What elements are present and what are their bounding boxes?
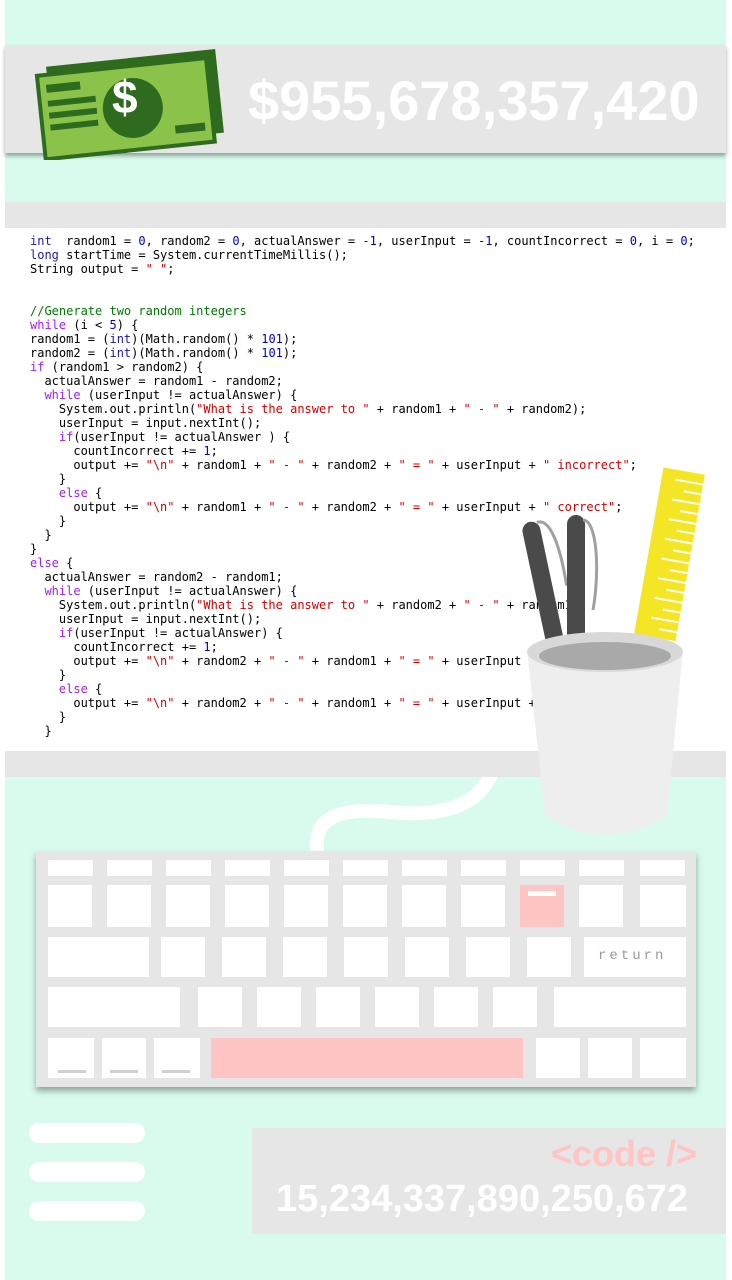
key-ctrl-right[interactable]	[588, 1038, 632, 1078]
code-line: System.out.println("What is the answer t…	[30, 402, 587, 416]
return-key[interactable]: return	[584, 937, 686, 977]
menu-line-1	[29, 1123, 145, 1143]
key-g[interactable]	[434, 987, 478, 1027]
code-line: String output = " ";	[30, 262, 175, 276]
key-f6[interactable]	[343, 860, 388, 876]
key-num-0[interactable]	[579, 885, 623, 927]
key-f4[interactable]	[225, 860, 270, 876]
key-minus[interactable]	[640, 885, 686, 927]
key-q[interactable]	[161, 937, 205, 977]
key-num-1[interactable]	[48, 885, 92, 927]
key-num-7[interactable]	[402, 885, 446, 927]
key-ctrl[interactable]	[102, 1038, 146, 1078]
code-line: long startTime = System.currentTimeMilli…	[30, 248, 348, 262]
code-line: if (random1 > random2) {	[30, 360, 204, 374]
key-alt-mark	[162, 1070, 190, 1073]
key-f3[interactable]	[166, 860, 211, 876]
key-y[interactable]	[466, 937, 510, 977]
key-num-5[interactable]	[284, 885, 328, 927]
code-line: while (userInput != actualAnswer) {	[44, 388, 298, 402]
code-line: random1 = (int)(Math.random() * 101);	[30, 332, 298, 346]
code-line: if(userInput != actualAnswer ) {	[58, 430, 291, 444]
key-num-4[interactable]	[225, 885, 269, 927]
key-shift-right[interactable]	[554, 987, 686, 1027]
key-arrow[interactable]	[640, 1038, 686, 1078]
key-num-3[interactable]	[166, 885, 210, 927]
key-f7[interactable]	[402, 860, 447, 876]
key-e[interactable]	[283, 937, 327, 977]
key-num-2[interactable]	[107, 885, 151, 927]
menu-line-2	[29, 1162, 145, 1182]
dollar-sign-icon: $	[112, 71, 138, 123]
code-line: random2 = (int)(Math.random() * 101);	[30, 346, 298, 360]
key-f9[interactable]	[520, 860, 565, 876]
spacebar-key[interactable]	[211, 1038, 523, 1078]
key-f11[interactable]	[640, 860, 685, 876]
key-d[interactable]	[316, 987, 360, 1027]
key-tab[interactable]	[48, 937, 149, 977]
key-num-8[interactable]	[461, 885, 505, 927]
key-f8[interactable]	[461, 860, 506, 876]
key-s[interactable]	[257, 987, 301, 1027]
return-key-label: return	[598, 948, 667, 964]
code-line: //Generate two random integers	[30, 304, 247, 318]
key-f2[interactable]	[107, 860, 152, 876]
code-line: int random1 = 0, random2 = 0, actualAnsw…	[30, 234, 695, 248]
key-r[interactable]	[344, 937, 388, 977]
code-tag-label: <code />	[551, 1133, 698, 1174]
key-fn-mark	[58, 1070, 86, 1073]
keyboard: return	[36, 851, 696, 1087]
key-fn[interactable]	[48, 1038, 94, 1078]
key-alt-right[interactable]	[536, 1038, 580, 1078]
key-f10[interactable]	[579, 860, 624, 876]
key-alt[interactable]	[154, 1038, 200, 1078]
code-line: countIncorrect += 1;	[30, 444, 218, 458]
pen-cup-icon	[522, 467, 705, 835]
key-highlight-mark	[528, 891, 556, 896]
code-panel-top-strip	[5, 202, 726, 228]
lines-of-code-counter: 15,234,337,890,250,672	[276, 1178, 689, 1220]
key-t[interactable]	[405, 937, 449, 977]
key-f5[interactable]	[284, 860, 329, 876]
key-caps[interactable]	[48, 987, 180, 1027]
key-highlighted[interactable]	[520, 885, 564, 927]
key-w[interactable]	[222, 937, 266, 977]
key-h[interactable]	[493, 987, 537, 1027]
menu-line-3	[29, 1201, 145, 1221]
key-f1[interactable]	[48, 860, 93, 876]
code-line: while (i < 5) {	[30, 318, 139, 332]
code-line: userInput = input.nextInt();	[30, 416, 262, 430]
keyboard-cable	[309, 777, 497, 857]
key-a[interactable]	[198, 987, 242, 1027]
money-amount: $955,678,357,420	[248, 69, 700, 132]
key-u[interactable]	[527, 937, 571, 977]
key-ctrl-mark	[110, 1070, 138, 1073]
code-line: actualAnswer = random1 - random2;	[30, 374, 283, 388]
key-num-6[interactable]	[343, 885, 387, 927]
key-f[interactable]	[375, 987, 419, 1027]
